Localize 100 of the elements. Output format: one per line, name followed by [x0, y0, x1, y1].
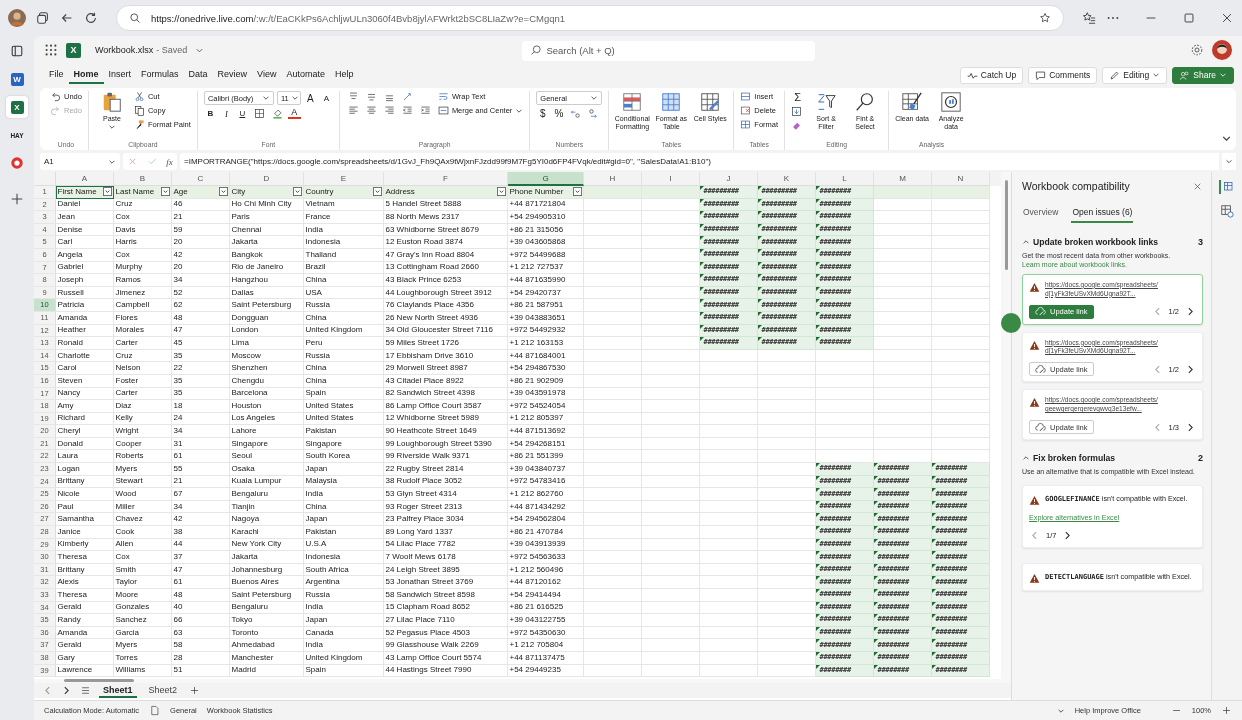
table-cell: Theresa [56, 589, 114, 602]
panel-tab[interactable]: Overview [1022, 204, 1060, 223]
add-icon[interactable] [189, 685, 201, 696]
percent-button[interactable]: % [552, 108, 566, 119]
vertical-scrollbar[interactable] [1001, 172, 1011, 679]
empty-cell [700, 374, 758, 388]
fill-color-icon[interactable] [271, 108, 283, 119]
maximize-icon[interactable] [1182, 11, 1196, 25]
align-right-icon[interactable] [383, 105, 395, 116]
menu-tab[interactable]: Insert [103, 66, 137, 84]
table-cell: 38 Rudolf Place 3052 [384, 475, 508, 489]
zoom-in-icon[interactable] [1221, 705, 1232, 716]
empty-cell [932, 286, 990, 300]
decrease-decimal-icon[interactable] [570, 108, 582, 119]
table-cell: Karachi [230, 526, 304, 539]
function-button[interactable]: fx [166, 156, 173, 167]
user-avatar[interactable] [1212, 40, 1232, 60]
tabs-icon[interactable] [36, 11, 50, 25]
favorites-icon[interactable] [1082, 11, 1096, 25]
bold-button[interactable]: B [203, 109, 217, 118]
editing-button[interactable]: Editing [1102, 66, 1168, 84]
table-cell: 42 [172, 248, 230, 262]
empty-cell [932, 311, 990, 325]
panel-tab[interactable]: Open issues (6) [1071, 204, 1134, 223]
comments-button[interactable]: Comments [1028, 66, 1098, 84]
app-launcher-icon[interactable] [44, 43, 58, 57]
name-box[interactable]: A1 [40, 153, 120, 170]
align-left-icon[interactable] [347, 105, 359, 116]
menu-tab[interactable]: Home [68, 66, 104, 84]
filter-dropdown-icon[interactable] [572, 187, 582, 197]
share-button[interactable]: Share [1172, 66, 1234, 84]
menu-tab[interactable]: Help [330, 66, 359, 84]
currency-button[interactable]: $ [536, 108, 550, 119]
align-top-icon[interactable] [347, 91, 359, 102]
formula-pane-icon[interactable] [1218, 180, 1235, 194]
filter-dropdown-icon[interactable] [372, 187, 382, 197]
settings-icon[interactable] [1190, 43, 1204, 57]
back-icon[interactable] [60, 11, 74, 25]
filter-dropdown-icon[interactable] [292, 187, 302, 197]
increase-decimal-icon[interactable] [588, 108, 600, 119]
shrink-font-button[interactable]: A [319, 93, 333, 103]
save-status[interactable]: - Saved [156, 45, 188, 55]
filter-dropdown-icon[interactable] [102, 187, 112, 197]
menu-tab[interactable]: Formulas [136, 66, 184, 84]
table-cell: Gabriel [56, 261, 114, 275]
grow-font-button[interactable]: A [303, 92, 317, 104]
autosum-button[interactable]: Σ [791, 91, 805, 103]
table-cell: Pakistan [304, 425, 384, 438]
empty-cell [642, 463, 700, 476]
insert-row-icon [740, 91, 752, 102]
align-center-icon[interactable] [365, 105, 377, 116]
table-cell: Vietnam [304, 198, 384, 212]
address-bar[interactable]: https://onedrive.live.com/:w:/t/EaCKkPs6AchljwULn3060f4Bvb8jylAFWrkt2bSC8LIaZw?e=CMgqn1 [116, 5, 1064, 31]
scrollbar-thumb[interactable] [64, 679, 134, 682]
check-icon[interactable] [146, 156, 158, 167]
catch-up-button[interactable]: Catch Up [959, 66, 1024, 84]
table-cell: Nelson [114, 362, 172, 375]
borders-icon[interactable] [253, 108, 265, 119]
reload-icon[interactable] [84, 11, 98, 25]
section-title[interactable]: Update broken workbook links [1033, 237, 1195, 247]
table-cell: Singapore [230, 437, 304, 451]
sheet-tab[interactable]: Sheet1 [99, 683, 137, 698]
add-icon[interactable] [10, 192, 24, 206]
menu-tab[interactable]: Review [212, 66, 253, 84]
align-middle-icon[interactable] [365, 91, 377, 102]
menu-icon[interactable] [80, 685, 91, 696]
filter-dropdown-icon[interactable] [496, 187, 506, 197]
star-icon[interactable] [1039, 12, 1051, 24]
formula-field[interactable]: =IMPORTRANGE("https://docs.google.com/spreadsheets/d/1GvJ_Fh9QAx9tWjxnFJzdd99f9M7Fg5YI0d6FP4FVqk/edit#gid=0", "SalesData!A1:B10") [180, 153, 1219, 170]
column-header[interactable]: G [508, 172, 584, 186]
search-field[interactable]: Search (Alt + Q) [522, 40, 816, 61]
fill-down-icon[interactable] [791, 106, 803, 117]
decrease-indent-icon[interactable] [401, 105, 413, 116]
scrollbar-thumb[interactable] [1004, 180, 1008, 270]
menu-tab[interactable]: File [44, 66, 69, 84]
empty-cell [932, 374, 990, 388]
empty-cell [700, 412, 758, 426]
underline-button[interactable]: U [235, 109, 249, 118]
menu-tab[interactable]: Data [183, 66, 213, 84]
orientation-icon[interactable] [401, 91, 413, 102]
filter-dropdown-icon[interactable] [218, 187, 228, 197]
table-cell: Cooper [114, 437, 172, 451]
close-icon[interactable] [1220, 11, 1234, 25]
warning-icon [1029, 397, 1040, 409]
menu-tab[interactable]: Automate [281, 66, 330, 84]
table-clock-icon[interactable] [1219, 204, 1234, 218]
profile-avatar[interactable] [8, 9, 26, 27]
table-cell: +86 21 902909 [508, 374, 584, 388]
italic-button[interactable]: I [219, 108, 233, 119]
sheet-tab[interactable]: Sheet2 [144, 683, 182, 698]
section-title[interactable]: Fix broken formulas [1033, 453, 1195, 464]
increase-indent-icon[interactable] [419, 105, 431, 116]
file-name[interactable]: Workbook.xlsx [95, 45, 154, 55]
filter-dropdown-icon[interactable] [160, 187, 170, 197]
menu-tab[interactable]: View [252, 66, 282, 84]
font-color-button[interactable]: A [287, 108, 301, 119]
error-flag-icon [816, 601, 820, 606]
chevron-up-icon[interactable] [1022, 238, 1030, 246]
eraser-icon[interactable] [791, 120, 803, 131]
table-cell: Hangzhou [230, 274, 304, 287]
